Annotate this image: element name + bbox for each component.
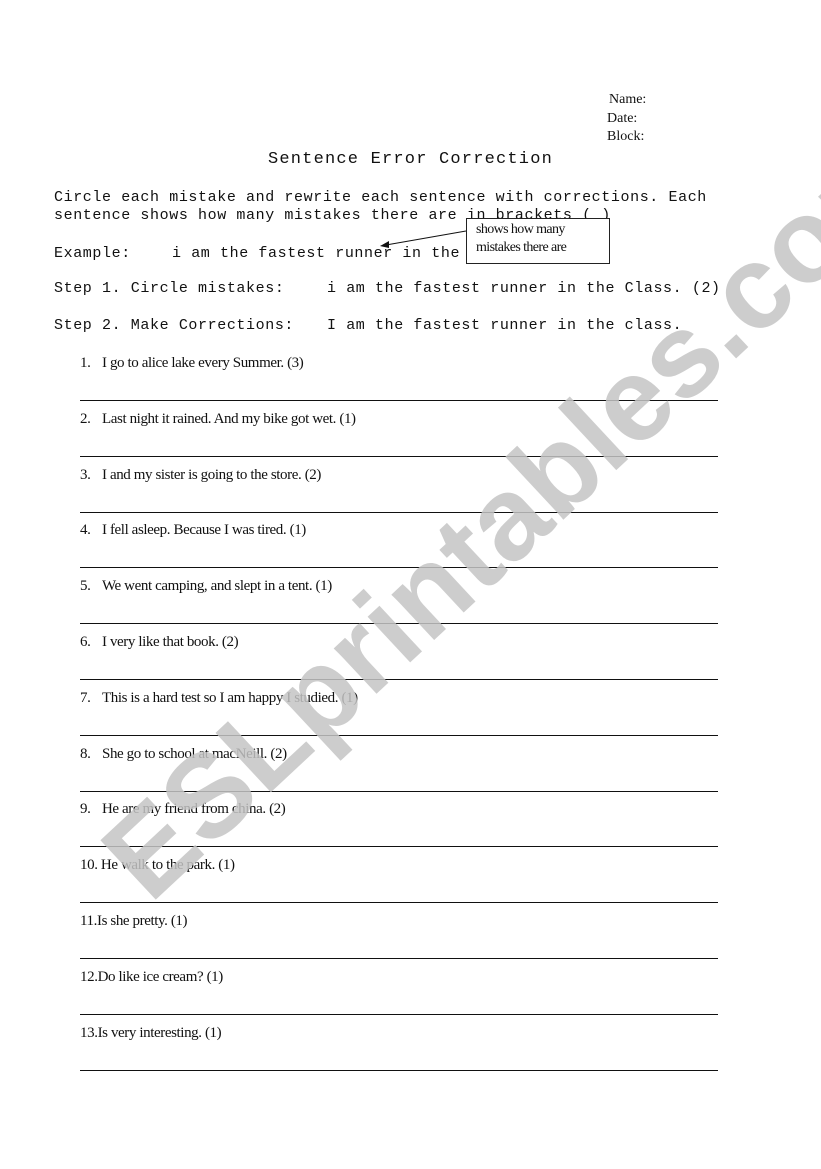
step-2-label: Step 2. Make Corrections: bbox=[54, 317, 295, 334]
answer-line[interactable] bbox=[80, 1069, 718, 1071]
question-item: 6. I very like that book. (2) bbox=[80, 634, 239, 651]
step-1-label: Step 1. Circle mistakes: bbox=[54, 280, 285, 297]
step-1-text: i am the fastest runner in the Class. (2… bbox=[327, 280, 721, 297]
answer-line[interactable] bbox=[80, 567, 718, 569]
example-label: Example: bbox=[54, 245, 131, 262]
question-text: Do like ice cream? (1) bbox=[97, 968, 224, 985]
answer-line[interactable] bbox=[80, 902, 718, 904]
question-number: 3. bbox=[80, 466, 91, 483]
question-number: 6. bbox=[80, 634, 91, 650]
block-field-label: Block: bbox=[607, 129, 645, 144]
question-number: 9. bbox=[80, 801, 91, 818]
question-text: He are my friend from china. (2) bbox=[102, 801, 286, 818]
answer-line[interactable] bbox=[80, 958, 718, 959]
callout-line-1: shows how many bbox=[476, 222, 565, 237]
callout-arrow-icon bbox=[380, 230, 467, 248]
name-field-label: Name: bbox=[609, 92, 647, 107]
question-text: I very like that book. (2) bbox=[102, 634, 239, 650]
question-number: 7. bbox=[80, 689, 91, 706]
question-number: 11. bbox=[80, 913, 97, 929]
answer-line[interactable] bbox=[80, 511, 718, 513]
question-text: I and my sister is going to the store. (… bbox=[102, 466, 321, 483]
question-item: 11.Is she pretty. (1) bbox=[80, 913, 188, 930]
question-number: 1. bbox=[80, 355, 91, 371]
question-item: 7. This is a hard test so I am happy I st… bbox=[80, 690, 358, 707]
question-number: 5. bbox=[80, 578, 91, 595]
question-text: Last night it rained. And my bike got we… bbox=[102, 410, 356, 427]
question-number: 8. bbox=[80, 745, 91, 762]
question-item: 5. We went camping, and slept in a tent. … bbox=[80, 578, 332, 595]
callout-box: shows how many mistakes there are bbox=[466, 218, 610, 264]
question-text: I fell asleep. Because I was tired. (1) bbox=[102, 522, 306, 539]
answer-line[interactable] bbox=[80, 790, 718, 792]
question-text: This is a hard test so I am happy I stud… bbox=[102, 689, 358, 706]
answer-line[interactable] bbox=[80, 846, 718, 848]
answer-line[interactable] bbox=[80, 400, 718, 401]
answer-line[interactable] bbox=[80, 1013, 718, 1015]
question-number: 12. bbox=[80, 968, 98, 985]
question-item: 9. He are my friend from china. (2) bbox=[80, 801, 286, 818]
question-text: Is she pretty. (1) bbox=[97, 913, 188, 929]
question-number: 13. bbox=[80, 1024, 98, 1041]
answer-line[interactable] bbox=[80, 679, 718, 680]
question-number: 10. bbox=[80, 857, 98, 874]
question-item: 10. He walk to the park. (1) bbox=[80, 857, 235, 874]
answer-line[interactable] bbox=[80, 455, 718, 457]
callout-line-2: mistakes there are bbox=[476, 240, 567, 255]
question-text: We went camping, and slept in a tent. (1… bbox=[102, 578, 332, 595]
question-item: 13.Is very interesting. (1) bbox=[80, 1024, 222, 1042]
question-number: 2. bbox=[80, 410, 91, 427]
question-text: Is very interesting. (1) bbox=[97, 1024, 222, 1041]
question-text: He walk to the park. (1) bbox=[97, 857, 235, 874]
page-title: Sentence Error Correction bbox=[267, 150, 554, 169]
question-item: 3. I and my sister is going to the store.… bbox=[80, 467, 321, 484]
question-text: She go to school at macNeill. (2) bbox=[102, 745, 287, 762]
question-item: 4. I fell asleep. Because I was tired. (1… bbox=[80, 522, 306, 539]
question-item: 12.Do like ice cream? (1) bbox=[80, 969, 223, 986]
question-number: 4. bbox=[80, 522, 91, 539]
answer-line[interactable] bbox=[80, 734, 718, 736]
step-2-text: I am the fastest runner in the class. bbox=[327, 317, 683, 334]
answer-line[interactable] bbox=[80, 623, 718, 625]
date-field-label: Date: bbox=[607, 111, 638, 126]
question-item: 2. Last night it rained. And my bike got … bbox=[80, 411, 356, 428]
question-item: 1. I go to alice lake every Summer. (3) bbox=[80, 355, 304, 372]
instructions-line-1: Circle each mistake and rewrite each sen… bbox=[54, 189, 707, 206]
question-text: I go to alice lake every Summer. (3) bbox=[102, 355, 304, 371]
question-item: 8. She go to school at macNeill. (2) bbox=[80, 746, 287, 763]
